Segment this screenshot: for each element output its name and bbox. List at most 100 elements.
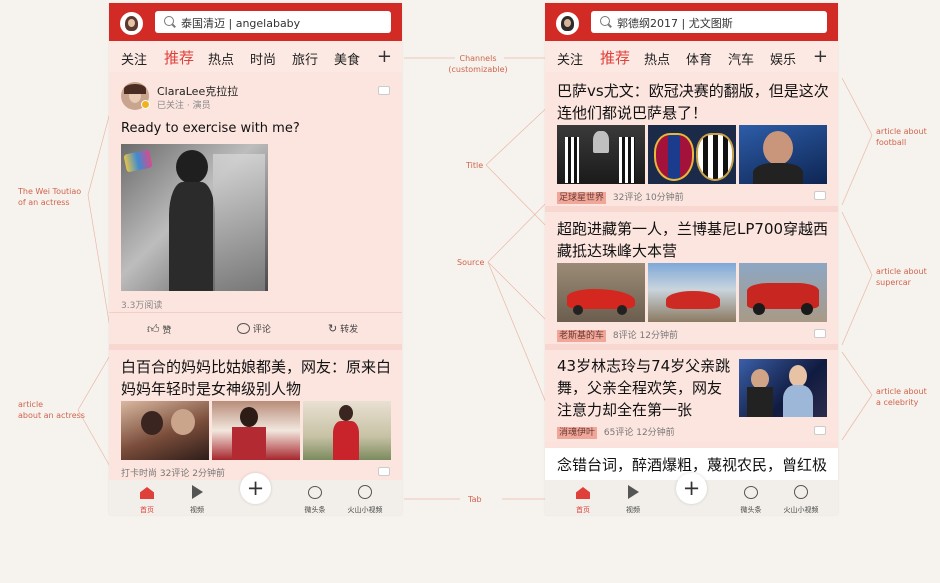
home-icon: [140, 487, 154, 499]
article-source[interactable]: 老斯基的车: [557, 330, 607, 342]
article-image: [739, 263, 827, 322]
article-source[interactable]: 消魂伊叶: [557, 427, 598, 439]
article-image: [648, 125, 736, 184]
article-meta: 消魂伊叶 65评论 12分钟前: [557, 425, 675, 439]
tab-huoshan[interactable]: 火山小视频: [337, 484, 393, 515]
tab-huoshan[interactable]: 火山小视频: [773, 484, 829, 515]
article-image: [648, 263, 736, 322]
article-title: 超跑进藏第一人，兰博基尼LP700穿越西藏抵达珠峰大本营: [557, 220, 829, 260]
add-channel-icon[interactable]: +: [377, 46, 392, 67]
article-card[interactable]: 超跑进藏第一人，兰博基尼LP700穿越西藏抵达珠峰大本营 老斯基的车 8评论 1…: [545, 212, 838, 344]
channel-tab[interactable]: 热点: [208, 49, 234, 68]
add-channel-icon[interactable]: +: [813, 46, 828, 67]
dismiss-icon[interactable]: [814, 329, 826, 338]
tab-weitoutiao[interactable]: 微头条: [723, 484, 779, 515]
search-bar[interactable]: 泰国清迈 | angelababy: [155, 11, 391, 33]
user-avatar[interactable]: [556, 12, 579, 35]
tab-video[interactable]: 视频: [169, 484, 225, 515]
tab-home[interactable]: 首页: [555, 484, 611, 515]
article-card[interactable]: 巴萨vs尤文：欧冠决赛的翻版，但是这次连他们都说巴萨悬了！ 足球星世界 32评论…: [545, 72, 838, 206]
channel-tab-active[interactable]: 推荐: [164, 47, 194, 68]
annotation-article-supercar: article about supercar: [876, 267, 927, 287]
user-avatar[interactable]: [120, 12, 143, 35]
search-bar[interactable]: 郭德纲2017 | 尤文图斯: [591, 11, 827, 33]
comment-bubble-icon: [237, 323, 250, 334]
channel-tab[interactable]: 时尚: [250, 49, 276, 68]
channel-bar: 关注 推荐 热点 体育 汽车 娱乐 +: [545, 41, 838, 72]
annotation-article-actress: article about an actress: [18, 400, 85, 420]
article-source[interactable]: 足球星世界: [557, 192, 607, 204]
article-image: [557, 263, 645, 322]
article-comments: 32评论: [612, 193, 643, 203]
share-button[interactable]: ↻ 转发: [328, 322, 358, 335]
view-count: 3.3万阅读: [121, 301, 163, 311]
tab-weitoutiao[interactable]: 微头条: [287, 484, 343, 515]
dismiss-icon[interactable]: [814, 191, 826, 200]
article-time: 2分钟前: [192, 469, 225, 479]
header-bar: 郭德纲2017 | 尤文图斯: [545, 3, 838, 41]
annotation-article-football: article about football: [876, 127, 927, 147]
plus-icon: +: [682, 476, 701, 500]
channel-tab[interactable]: 关注: [121, 49, 147, 68]
article-image: [212, 401, 300, 460]
publish-button[interactable]: +: [676, 473, 707, 504]
channel-bar: 关注 推荐 热点 时尚 旅行 美食 +: [109, 41, 402, 72]
article-comments: 32评论: [159, 469, 190, 479]
right-phone: 郭德纲2017 | 尤文图斯 关注 推荐 热点 体育 汽车 娱乐 + 巴萨vs尤…: [545, 3, 838, 515]
home-icon: [576, 487, 590, 499]
article-comments: 8评论: [612, 331, 637, 341]
dismiss-icon[interactable]: [378, 467, 390, 476]
comment-button[interactable]: 评论: [237, 322, 271, 335]
channel-tab-active[interactable]: 推荐: [600, 47, 630, 68]
author-name[interactable]: ClaraLee克拉拉: [157, 83, 238, 99]
chat-bubble-icon: [308, 486, 322, 499]
article-card[interactable]: 白百合的妈妈比姑娘都美，网友：原来白妈妈年轻时是女神级别人物 打卡时尚 32评论…: [109, 350, 402, 480]
article-meta: 足球星世界 32评论 10分钟前: [557, 190, 684, 204]
search-text: 泰国清迈 | angelababy: [181, 17, 301, 30]
author-meta: 已关注 · 演员: [157, 101, 211, 111]
left-phone: 泰国清迈 | angelababy 关注 推荐 热点 时尚 旅行 美食 + Cl…: [109, 3, 402, 515]
header-bar: 泰国清迈 | angelababy: [109, 3, 402, 41]
article-image: [121, 401, 209, 460]
like-button[interactable]: 👍︎ 赞: [147, 322, 171, 337]
channel-tab[interactable]: 美食: [334, 49, 360, 68]
annotation-channels: Channels (customizable): [448, 54, 508, 74]
channel-tab[interactable]: 旅行: [292, 49, 318, 68]
search-text: 郭德纲2017 | 尤文图斯: [617, 17, 733, 30]
article-image: [557, 125, 645, 184]
dismiss-icon[interactable]: [378, 86, 390, 95]
tab-home[interactable]: 首页: [119, 484, 175, 515]
annotation-weitoutiao: The Wei Toutiao of an actress: [18, 187, 82, 207]
thumbs-up-icon: 👍︎: [147, 322, 160, 336]
channel-tab[interactable]: 汽车: [728, 49, 754, 68]
article-image: [303, 401, 391, 460]
annotation-title: Title: [466, 161, 484, 170]
channel-tab[interactable]: 体育: [686, 49, 712, 68]
article-time: 12分钟前: [636, 428, 675, 438]
tab-bar: 首页 视频 + 微头条 火山小视频: [545, 473, 838, 515]
article-source[interactable]: 打卡时尚: [121, 469, 157, 479]
flame-play-icon: [794, 485, 808, 499]
search-icon: [164, 16, 174, 26]
article-meta: 打卡时尚 32评论 2分钟前: [121, 466, 225, 479]
tab-bar: 首页 视频 + 微头条 火山小视频: [109, 473, 402, 515]
flame-play-icon: [358, 485, 372, 499]
dismiss-icon[interactable]: [814, 426, 826, 435]
article-title: 43岁林志玲与74岁父亲跳舞，父亲全程欢笑，网友注意力却全在第一张: [557, 357, 731, 419]
article-time: 12分钟前: [639, 331, 678, 341]
channel-tab[interactable]: 关注: [557, 49, 583, 68]
article-comments: 65评论: [603, 428, 634, 438]
annotation-article-celebrity: article about a celebrity: [876, 387, 927, 407]
channel-tab[interactable]: 热点: [644, 49, 670, 68]
channel-tab[interactable]: 娱乐: [770, 49, 796, 68]
article-card[interactable]: 43岁林志玲与74岁父亲跳舞，父亲全程欢笑，网友注意力却全在第一张 消魂伊叶 6…: [545, 350, 838, 442]
annotation-source: Source: [457, 258, 485, 267]
article-meta: 老斯基的车 8评论 12分钟前: [557, 328, 678, 342]
publish-button[interactable]: +: [240, 473, 271, 504]
post-image[interactable]: [121, 144, 268, 291]
chat-bubble-icon: [744, 486, 758, 499]
tab-video[interactable]: 视频: [605, 484, 661, 515]
weitoutiao-post[interactable]: ClaraLee克拉拉 已关注 · 演员 Ready to exercise w…: [109, 72, 402, 344]
article-title: 白百合的妈妈比姑娘都美，网友：原来白妈妈年轻时是女神级别人物: [121, 358, 392, 398]
article-image: [739, 359, 827, 417]
